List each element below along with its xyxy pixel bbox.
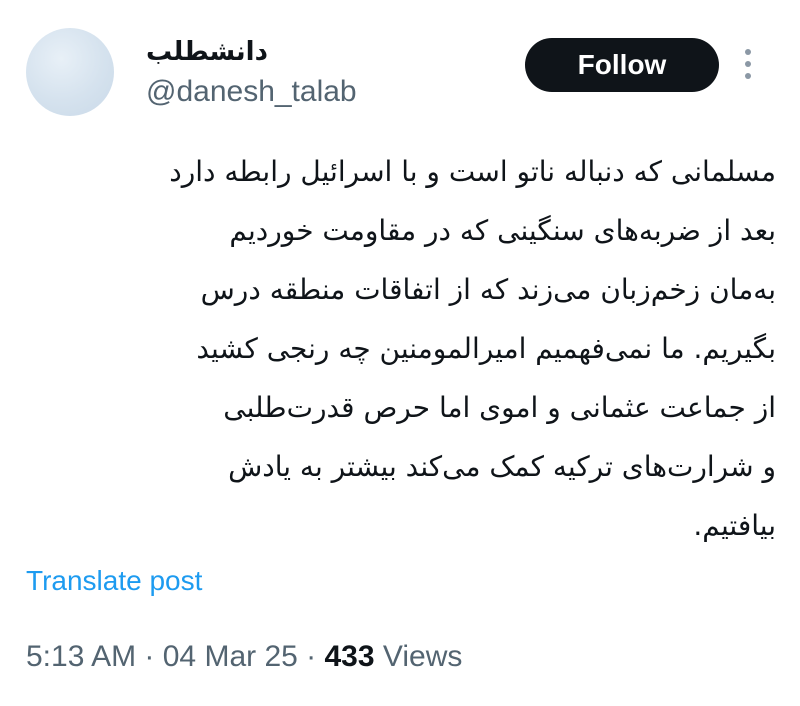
tweet-line: و شرارت‌های ترکیه کمک می‌کند بیشتر به یا… (228, 450, 776, 483)
author-display-name[interactable]: دانشطلب (146, 36, 268, 68)
meta-separator: · (136, 640, 163, 673)
meta-separator: · (297, 640, 325, 673)
tweet-line: از جماعت عثمانی و اموی اما حرص قدرت‌طلبی (223, 391, 776, 424)
tweet-text: مسلمانی که دنباله ناتو است و با اسرائیل … (24, 142, 776, 555)
tweet-meta: 5:13 AM · 04 Mar 25 · 433 Views (26, 638, 462, 676)
more-dot (745, 73, 751, 79)
tweet-date[interactable]: 04 Mar 25 (163, 640, 298, 673)
more-vertical-icon[interactable] (736, 46, 760, 82)
author-handle[interactable]: @danesh_talab (146, 74, 357, 110)
tweet-line: بیافتیم. (693, 509, 776, 542)
tweet-line: بگیریم. ما نمی‌فهمیم امیرالمومنین چه رنج… (196, 332, 776, 365)
follow-button[interactable]: Follow (525, 38, 719, 92)
avatar[interactable] (26, 28, 114, 116)
tweet-line: بعد از ضربه‌های سنگینی که در مقاومت خورد… (229, 214, 776, 247)
more-dot (745, 49, 751, 55)
translate-post-link[interactable]: Translate post (26, 563, 202, 599)
tweet-line: مسلمانی که دنباله ناتو است و با اسرائیل … (169, 155, 776, 188)
views-count[interactable]: 433 (325, 640, 375, 673)
tweet-time[interactable]: 5:13 AM (26, 640, 136, 673)
tweet-line: به‌مان زخم‌زبان می‌زند که از اتفاقات منط… (200, 273, 776, 306)
views-label: Views (374, 640, 463, 673)
more-dot (745, 61, 751, 67)
